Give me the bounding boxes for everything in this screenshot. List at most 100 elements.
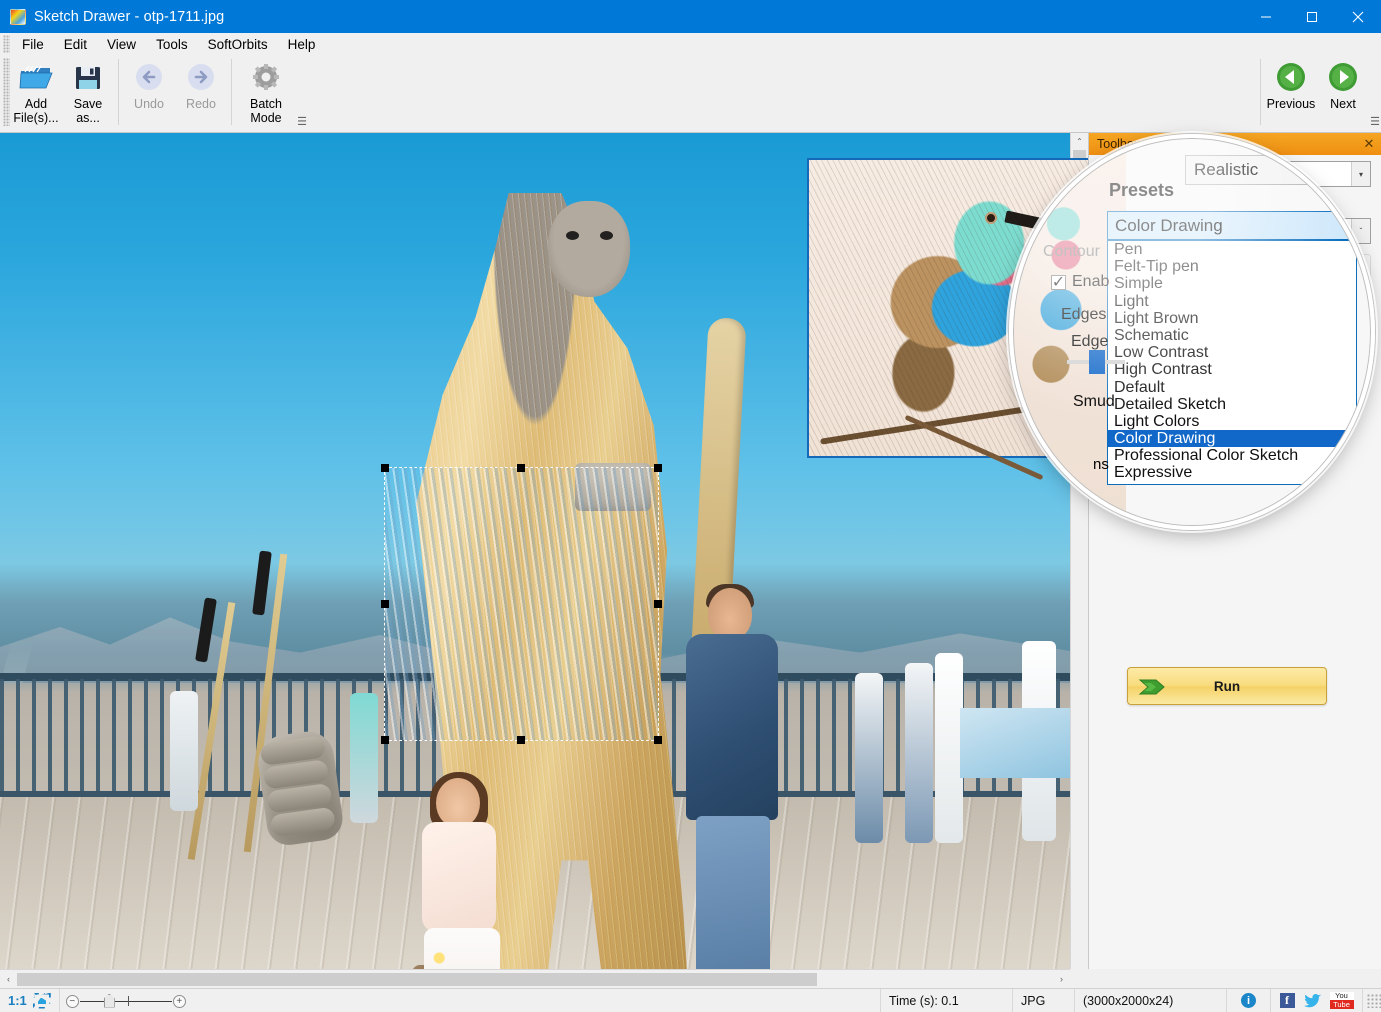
- run-button[interactable]: Run: [1127, 667, 1327, 705]
- edge-slider-knob[interactable]: [1089, 350, 1105, 374]
- selection-handle-se[interactable]: [654, 736, 662, 744]
- lens-style-chevron-down-icon[interactable]: ▾: [1339, 155, 1361, 185]
- selection-handle-n[interactable]: [517, 464, 525, 472]
- toolbar-overflow-handle-right[interactable]: ☰: [1369, 115, 1381, 128]
- zoom-out-icon[interactable]: −: [65, 994, 79, 1008]
- enable-checkbox[interactable]: ✓: [1051, 274, 1066, 291]
- add-files-button[interactable]: Add File(s)...: [10, 55, 62, 127]
- resize-grip-icon[interactable]: [1367, 993, 1381, 1008]
- lens-presets-value: Color Drawing: [1115, 215, 1223, 235]
- sketch-preview-selection[interactable]: [384, 467, 659, 741]
- save-as-button[interactable]: Save as...: [62, 55, 114, 127]
- menu-drag-grip[interactable]: [3, 35, 10, 53]
- lens-presets-chevron-down-icon[interactable]: ˇ: [1345, 220, 1348, 231]
- scroll-left-arrow-icon[interactable]: ‹: [0, 970, 17, 989]
- close-button[interactable]: [1335, 0, 1381, 33]
- toolbar-drag-grip[interactable]: [3, 58, 10, 126]
- background-person-3: [855, 673, 883, 843]
- edges-group-label: Edges: [1061, 306, 1107, 323]
- zoom-in-icon[interactable]: +: [172, 994, 186, 1008]
- scroll-right-arrow-icon[interactable]: ›: [1053, 970, 1070, 989]
- preset-option-detailed-sketch[interactable]: Detailed Sketch: [1108, 396, 1356, 413]
- girl-person: [398, 772, 528, 969]
- menu-help[interactable]: Help: [278, 35, 326, 54]
- zoom-1to1-button[interactable]: 1:1: [8, 993, 27, 1008]
- menu-view[interactable]: View: [97, 35, 146, 54]
- youtube-icon[interactable]: You Tube: [1329, 992, 1354, 1009]
- redo-button[interactable]: Redo: [175, 55, 227, 127]
- preset-option-low-contrast[interactable]: Low Contrast: [1108, 344, 1356, 361]
- background-person-2: [350, 693, 378, 823]
- lens-presets-combobox[interactable]: Color Drawing ˇ: [1107, 211, 1355, 240]
- undo-label: Undo: [134, 97, 164, 111]
- enable-label: Enab: [1072, 273, 1110, 290]
- selection-handle-e[interactable]: [654, 600, 662, 608]
- preset-option-pop-art[interactable]: Pop Art: [1108, 482, 1356, 484]
- app-logo-icon: [10, 8, 26, 25]
- selection-handle-nw[interactable]: [381, 464, 389, 472]
- menu-edit[interactable]: Edit: [54, 35, 97, 54]
- selection-handle-s[interactable]: [517, 736, 525, 744]
- selection-handle-ne[interactable]: [654, 464, 662, 472]
- lens-style-combobox[interactable]: Realistic: [1185, 155, 1357, 185]
- menu-bar: File Edit View Tools SoftOrbits Help: [0, 33, 1381, 55]
- preset-option-simple[interactable]: Simple: [1108, 275, 1356, 292]
- twitter-icon[interactable]: [1303, 993, 1321, 1008]
- next-button[interactable]: Next: [1317, 55, 1369, 127]
- marching-ants-border: [384, 467, 659, 741]
- preset-option-pen[interactable]: Pen: [1108, 241, 1356, 258]
- zoom-slider[interactable]: − +: [65, 993, 186, 1009]
- preset-option-expressive[interactable]: Expressive: [1108, 464, 1356, 481]
- background-person-5: [935, 653, 963, 843]
- presets-dropdown-list[interactable]: Pen Felt-Tip pen Simple Light Light Brow…: [1107, 240, 1357, 485]
- minimize-button[interactable]: [1243, 0, 1289, 33]
- fit-to-screen-icon[interactable]: [32, 992, 51, 1009]
- zoom-slider-knob[interactable]: [103, 993, 115, 1008]
- youtube-top-text: You: [1329, 992, 1354, 1000]
- undo-button[interactable]: Undo: [123, 55, 175, 127]
- menu-tools[interactable]: Tools: [146, 35, 198, 54]
- preset-option-light-colors[interactable]: Light Colors: [1108, 413, 1356, 430]
- toolbar-overflow-handle[interactable]: ☰: [296, 115, 308, 128]
- preset-option-color-drawing[interactable]: Color Drawing: [1108, 430, 1356, 448]
- run-button-label: Run: [1213, 678, 1241, 694]
- add-files-label: Add File(s)...: [13, 97, 58, 125]
- title-bar: Sketch Drawer - otp-1711.jpg: [0, 0, 1381, 33]
- preset-option-default[interactable]: Default: [1108, 379, 1356, 396]
- preset-option-light-brown[interactable]: Light Brown: [1108, 310, 1356, 327]
- status-bar: 1:1 − + Time (s): 0.1 JPG (3000x2000x24)…: [0, 988, 1381, 1012]
- open-folder-icon: [19, 61, 53, 95]
- save-as-line2: as...: [76, 111, 100, 125]
- preset-option-high-contrast[interactable]: High Contrast: [1108, 361, 1356, 378]
- lens-content: Realistic ▾ Presets Color Drawing ˇ Pen …: [1013, 138, 1371, 526]
- preset-option-light[interactable]: Light: [1108, 293, 1356, 310]
- social-links-group: f You Tube: [1271, 988, 1363, 1012]
- preset-option-professional-color-sketch[interactable]: Professional Color Sketch: [1108, 447, 1356, 464]
- add-files-line2: File(s)...: [13, 111, 59, 125]
- batch-mode-button[interactable]: Batch Mode: [236, 55, 296, 127]
- preset-option-schematic[interactable]: Schematic: [1108, 327, 1356, 344]
- green-right-arrow-icon: [1326, 61, 1360, 95]
- menu-softorbits[interactable]: SoftOrbits: [198, 35, 278, 54]
- toolbar-file-group: Add File(s)... Save as...: [10, 55, 114, 127]
- previous-button[interactable]: Previous: [1265, 55, 1317, 127]
- man-head: [708, 588, 752, 640]
- menu-file[interactable]: File: [12, 35, 54, 54]
- status-time: Time (s): 0.1: [881, 988, 1013, 1012]
- canvas-horizontal-scrollbar[interactable]: ‹ ›: [0, 969, 1070, 988]
- maximize-button[interactable]: [1289, 0, 1335, 33]
- facebook-icon[interactable]: f: [1279, 993, 1295, 1008]
- previous-label: Previous: [1266, 97, 1316, 111]
- info-button[interactable]: i: [1227, 988, 1271, 1012]
- selection-handle-sw[interactable]: [381, 736, 389, 744]
- horizontal-scroll-track[interactable]: [17, 970, 1053, 989]
- enable-checkbox-row[interactable]: ✓ Enab: [1051, 273, 1109, 291]
- selection-handle-w[interactable]: [381, 600, 389, 608]
- contour-tab[interactable]: Contour: [1043, 243, 1100, 261]
- toolbar-history-group: Undo Redo: [123, 55, 227, 127]
- background-person-1: [170, 691, 198, 811]
- batch-mode-line2: Mode: [250, 111, 282, 125]
- ski-pole-tip-right: [252, 550, 272, 616]
- preset-option-felt-tip-pen[interactable]: Felt-Tip pen: [1108, 258, 1356, 275]
- horizontal-scroll-thumb[interactable]: [17, 972, 817, 986]
